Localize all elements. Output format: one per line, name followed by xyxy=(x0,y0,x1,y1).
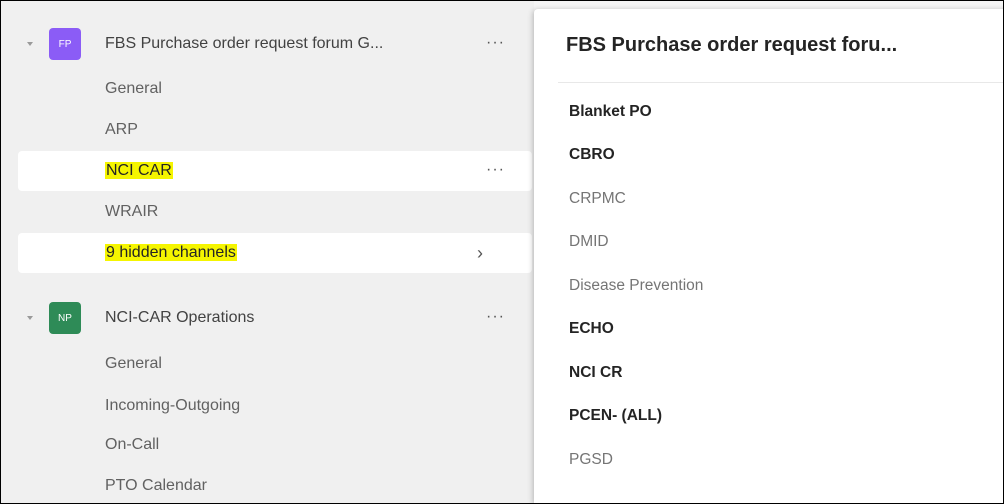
collapse-caret-icon[interactable] xyxy=(27,42,33,46)
more-options-icon[interactable]: ··· xyxy=(486,161,505,179)
teams-sidebar: FP FBS Purchase order request forum G...… xyxy=(1,1,534,503)
hidden-channels-label: 9 hidden channels xyxy=(105,244,237,261)
collapse-caret-icon[interactable] xyxy=(27,316,33,320)
hidden-channel-item[interactable]: Blanket PO xyxy=(569,103,652,121)
teams-window: FP FBS Purchase order request forum G...… xyxy=(0,0,1004,504)
hidden-channels-toggle[interactable]: 9 hidden channels › xyxy=(18,233,532,273)
divider xyxy=(558,82,1003,83)
channel-label: ARP xyxy=(105,121,138,138)
channel-label: NCI CAR xyxy=(105,162,173,179)
channel-general[interactable]: General xyxy=(1,344,534,384)
chevron-right-icon[interactable]: › xyxy=(477,243,483,264)
hidden-channel-item[interactable]: DMID xyxy=(569,233,609,251)
channel-label: On-Call xyxy=(105,436,160,453)
hidden-channel-item[interactable]: PCEN- (ALL) xyxy=(569,407,662,425)
hidden-channels-panel: FBS Purchase order request foru... Blank… xyxy=(534,9,1003,503)
channel-label: General xyxy=(105,355,162,372)
channel-pto-calendar[interactable]: PTO Calendar xyxy=(1,466,534,503)
more-options-icon[interactable]: ··· xyxy=(486,308,505,326)
panel-title: FBS Purchase order request foru... xyxy=(566,34,898,56)
team-name: NCI-CAR Operations xyxy=(105,309,255,326)
team-fbs-purchase-order[interactable]: FP FBS Purchase order request forum G...… xyxy=(1,24,534,64)
channel-label: Incoming-Outgoing xyxy=(105,397,241,414)
channel-wrair[interactable]: WRAIR xyxy=(1,192,534,232)
hidden-channel-item[interactable]: Disease Prevention xyxy=(569,277,703,295)
channel-on-call[interactable]: On-Call xyxy=(1,425,534,465)
channel-label: General xyxy=(105,80,162,97)
more-options-icon[interactable]: ··· xyxy=(486,34,505,52)
team-nci-car-operations[interactable]: NP NCI-CAR Operations ··· xyxy=(1,298,534,338)
channel-general[interactable]: General xyxy=(1,69,534,109)
hidden-channel-item[interactable]: PGSD xyxy=(569,451,613,469)
channel-arp[interactable]: ARP xyxy=(1,110,534,150)
hidden-channel-item[interactable]: CRPMC xyxy=(569,190,626,208)
team-avatar: FP xyxy=(49,28,81,60)
channel-nci-car[interactable]: NCI CAR ··· xyxy=(18,151,532,191)
team-avatar: NP xyxy=(49,302,81,334)
channel-label: PTO Calendar xyxy=(105,477,207,494)
hidden-channel-item[interactable]: ECHO xyxy=(569,320,614,338)
channel-incoming-outgoing[interactable]: Incoming-Outgoing xyxy=(1,386,534,426)
team-name: FBS Purchase order request forum G... xyxy=(105,35,384,52)
channel-label: WRAIR xyxy=(105,203,159,220)
hidden-channel-item[interactable]: NCI CR xyxy=(569,364,622,382)
hidden-channel-item[interactable]: CBRO xyxy=(569,146,615,164)
